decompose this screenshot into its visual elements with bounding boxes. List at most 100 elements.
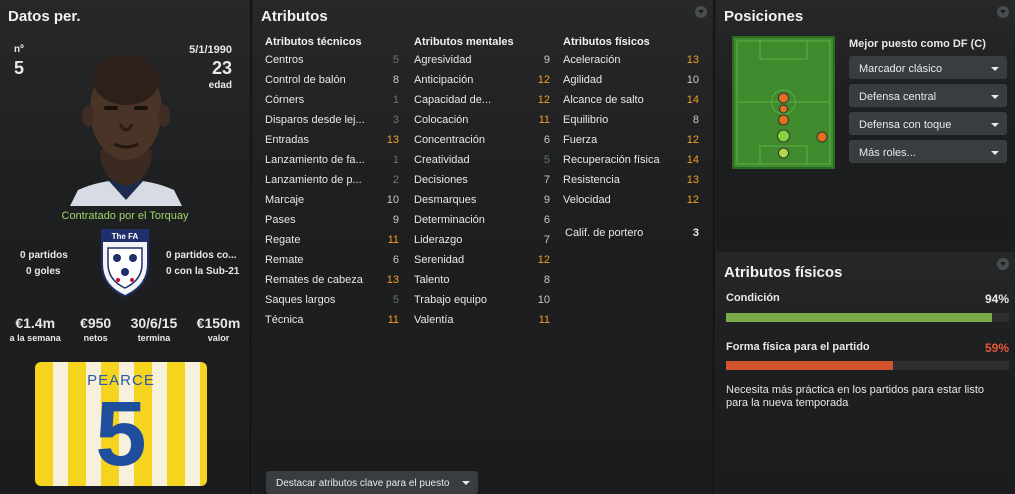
attribute-name: Entradas [265, 134, 310, 146]
attribute-row: Fuerza 12 [563, 134, 699, 150]
attribute-value: 7 [543, 234, 550, 246]
attribute-row: Colocación 11 [414, 114, 550, 130]
attributes-panel: Atributos Atributos técnicos Atributos m… [253, 0, 714, 494]
role-label: Defensa central [859, 91, 937, 103]
match-fitness-label: Forma física para el partido [726, 341, 870, 353]
fitness-note: Necesita más práctica en los partidos pa… [726, 384, 985, 409]
attribute-value: 7 [543, 174, 550, 186]
position-dot [778, 147, 789, 159]
best-position: Mejor puesto como DF (C) [849, 38, 986, 50]
attribute-row: Aceleración 13 [563, 54, 699, 70]
attribute-name: Lanzamiento de p... [265, 174, 362, 186]
attribute-value: 9 [392, 214, 399, 226]
attribute-name: Agresividad [414, 54, 472, 66]
age-value: 23 [211, 58, 232, 78]
market-value: €150m valor [196, 315, 241, 343]
attribute-name: Creatividad [414, 154, 470, 166]
collapse-icon[interactable] [997, 258, 1009, 270]
attribute-name: Velocidad [563, 194, 611, 206]
attribute-row: Resistencia 13 [563, 174, 699, 190]
attribute-name: Pases [265, 214, 296, 226]
highlight-key-attributes-button[interactable]: Destacar atributos clave para el puesto [266, 471, 478, 494]
role-dropdown[interactable]: Defensa central [849, 84, 1007, 107]
attribute-value: 13 [386, 134, 399, 146]
attribute-name: Talento [414, 274, 450, 286]
attribute-row: Calif. de portero 3 [565, 227, 699, 243]
attribute-name: Fuerza [563, 134, 598, 146]
caps-count: 0 partidos [20, 250, 68, 261]
attribute-row: Agresividad 9 [414, 54, 550, 70]
attribute-value: 10 [386, 194, 399, 206]
attribute-row: Valentía 11 [414, 314, 550, 330]
technical-header: Atributos técnicos [265, 36, 362, 48]
condition-bar-fill [726, 313, 993, 322]
u21-goals: 0 con la Sub-21 [166, 266, 240, 277]
pitch-diagram [732, 36, 835, 169]
attribute-value: 11 [538, 114, 550, 126]
contract-club: Contratado por el Torquay [61, 210, 189, 222]
wage: €1.4m a la semana [9, 315, 61, 343]
attribute-value: 11 [538, 314, 550, 326]
panel-title: Atributos físicos [724, 264, 843, 281]
collapse-icon[interactable] [695, 6, 707, 18]
attribute-value: 11 [387, 234, 399, 246]
attribute-name: Técnica [265, 314, 304, 326]
attribute-value: 5 [392, 294, 399, 306]
role-dropdown[interactable]: Defensa con toque [849, 112, 1007, 135]
attribute-value: 13 [386, 274, 399, 286]
attribute-name: Remate [265, 254, 304, 266]
attribute-value: 5 [543, 154, 550, 166]
attribute-row: Concentración 6 [414, 134, 550, 150]
attribute-value: 10 [686, 74, 699, 86]
condition-bar [726, 313, 1009, 322]
attribute-name: Concentración [414, 134, 485, 146]
attribute-row: Agilidad 10 [563, 74, 699, 90]
position-dot [779, 104, 788, 114]
attribute-name: Control de balón [265, 74, 346, 86]
role-dropdown[interactable]: Marcador clásico [849, 56, 1007, 79]
attribute-name: Centros [265, 54, 304, 66]
attribute-row: Pases 9 [265, 214, 399, 230]
attribute-row: Determinación 6 [414, 214, 550, 230]
attribute-value: 6 [543, 214, 550, 226]
attribute-name: Determinación [414, 214, 485, 226]
attribute-name: Valentía [414, 314, 454, 326]
position-dot [778, 92, 789, 104]
attribute-name: Serenidad [414, 254, 465, 266]
match-fitness-bar [726, 361, 1009, 370]
chevron-down-icon [991, 95, 999, 99]
attribute-name: Marcaje [265, 194, 305, 206]
fa-badge-logo: The FA [101, 229, 149, 298]
attribute-value: 8 [692, 114, 699, 126]
attribute-row: Entradas 13 [265, 134, 399, 150]
physical-header: Atributos físicos [563, 36, 650, 48]
position-dot [777, 129, 790, 143]
attribute-row: Córners 1 [265, 94, 399, 110]
attribute-row: Lanzamiento de fa... 1 [265, 154, 399, 170]
attribute-value: 5 [392, 54, 399, 66]
collapse-icon[interactable] [997, 6, 1009, 18]
attribute-name: Córners [265, 94, 305, 106]
attribute-value: 13 [686, 54, 699, 66]
attribute-row: Marcaje 10 [265, 194, 399, 210]
attribute-value: 11 [387, 314, 399, 326]
attribute-value: 1 [392, 94, 399, 106]
attribute-value: 3 [692, 227, 699, 239]
attribute-value: 8 [543, 274, 550, 286]
attribute-row: Velocidad 12 [563, 194, 699, 210]
attribute-name: Desmarques [414, 194, 477, 206]
attribute-row: Creatividad 5 [414, 154, 550, 170]
attribute-row: Serenidad 12 [414, 254, 550, 270]
panel-title: Datos per. [8, 8, 81, 25]
attribute-row: Saques largos 5 [265, 294, 399, 310]
attribute-name: Decisiones [414, 174, 468, 186]
attribute-name: Saques largos [265, 294, 336, 306]
attribute-value: 1 [392, 154, 399, 166]
panel-title: Atributos [261, 8, 328, 25]
panel-title: Posiciones [724, 8, 804, 25]
role-dropdown[interactable]: Más roles... [849, 140, 1007, 163]
attribute-row: Recuperación física 14 [563, 154, 699, 170]
attribute-name: Resistencia [563, 174, 620, 186]
attribute-value: 9 [543, 194, 550, 206]
attribute-value: 12 [686, 194, 699, 206]
